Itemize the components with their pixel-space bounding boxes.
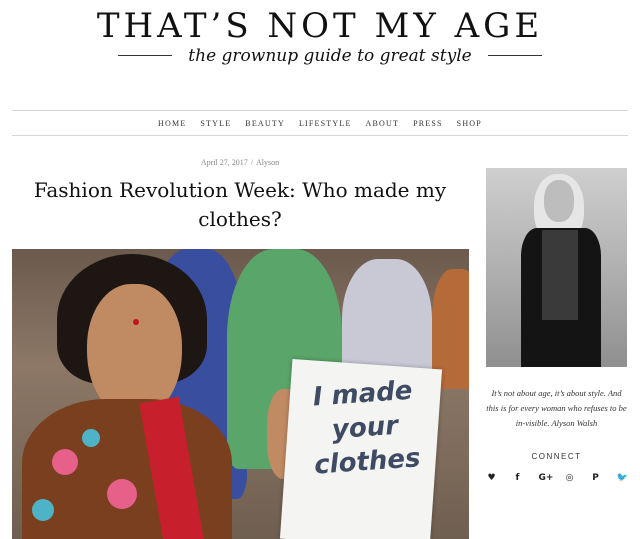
post-title[interactable]: Fashion Revolution Week: Who made my clo… [30,176,450,234]
dress-flower [82,429,100,447]
nav-item-about[interactable]: ABOUT [366,119,400,128]
pinterest-icon[interactable]: P [591,472,601,484]
instagram-icon[interactable]: ◎ [565,472,575,484]
facebook-icon[interactable]: f [513,472,523,484]
author-bio: It’s not about age, it’s about style. An… [486,388,627,428]
social-icons: ♥ f G+ ◎ P 🐦 [486,472,627,484]
nav-item-beauty[interactable]: BEAUTY [245,119,285,128]
meta-separator: / [250,158,253,167]
author-portrait[interactable] [486,168,627,367]
twitter-icon[interactable]: 🐦 [617,472,628,484]
nav-item-shop[interactable]: SHOP [457,119,482,128]
dress-flower [107,479,137,509]
nav-item-home[interactable]: HOME [158,119,186,128]
portrait-top [542,230,578,320]
tagline-divider-left [118,55,172,56]
nav-item-press[interactable]: PRESS [413,119,443,128]
portrait-face [544,180,574,222]
site-tagline: the grownup guide to great style [188,46,472,66]
post-author[interactable]: Alyson [256,158,279,167]
connect-heading: CONNECT [531,452,582,461]
post-date[interactable]: April 27, 2017 [201,158,248,167]
heart-icon[interactable]: ♥ [487,472,497,484]
post-meta: April 27, 2017/Alyson [12,158,468,167]
dress-flower [52,449,78,475]
site-title[interactable]: THAT’S NOT MY AGE [0,6,640,46]
dress-flower [32,499,54,521]
sign-text: I made your clothes [311,375,422,481]
google-plus-icon[interactable]: G+ [539,472,554,484]
site-header: THAT’S NOT MY AGE the grownup guide to g… [0,0,640,100]
bindi [133,319,139,325]
nav-item-style[interactable]: STYLE [200,119,231,128]
nav-item-lifestyle[interactable]: LIFESTYLE [299,119,352,128]
tagline-row: the grownup guide to great style [0,46,640,66]
tagline-divider-right [488,55,542,56]
main-nav: HOME STYLE BEAUTY LIFESTYLE ABOUT PRESS … [12,110,628,136]
post-hero-image[interactable]: I made your clothes [12,249,469,539]
